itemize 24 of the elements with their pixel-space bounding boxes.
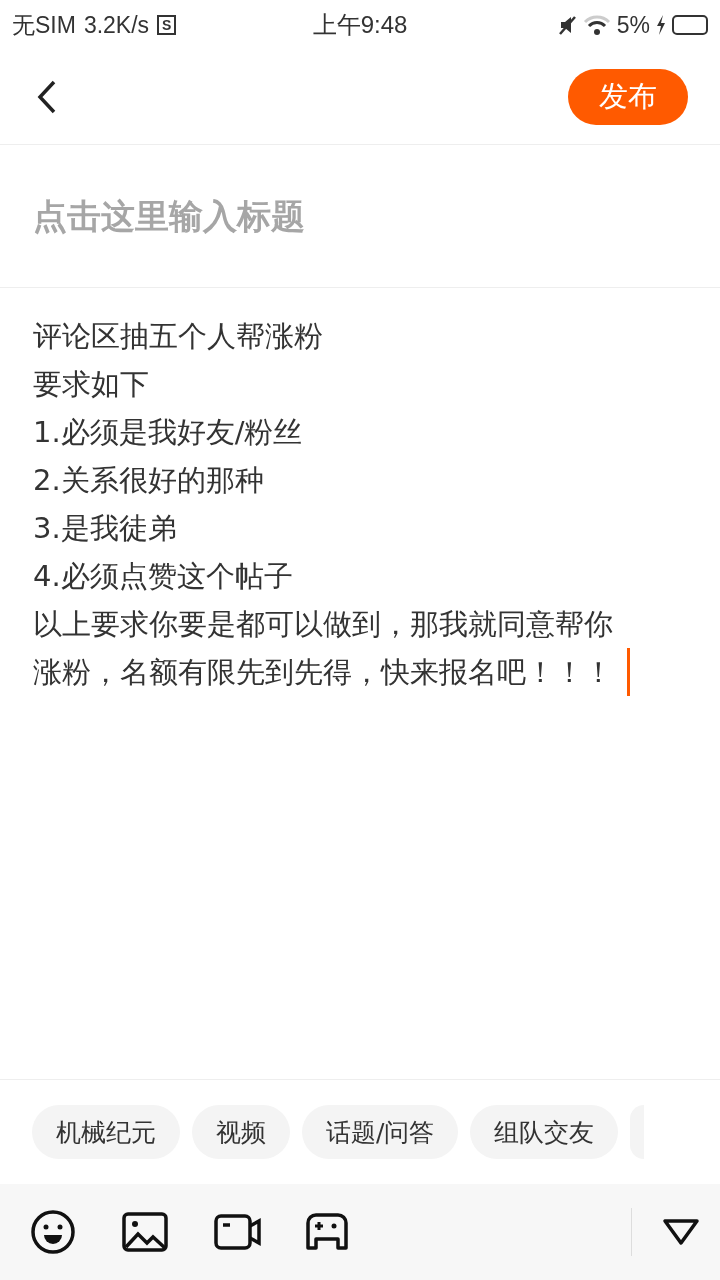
tag-chip[interactable]: 视频: [192, 1105, 290, 1159]
post-body-field[interactable]: 评论区抽五个人帮涨粉 要求如下 1.必须是我好友/粉丝 2.关系很好的那种 3.是我徒弟 4.必须点赞这个帖子 以上要求你要是都可以做到，那我就同意帮你 涨粉，名额有限先到先得，快来报名吧！！！: [0, 288, 720, 1079]
tag-chip[interactable]: 组队交友: [470, 1105, 619, 1159]
body-text-line: 2.关系很好的那种: [33, 462, 265, 499]
network-speed: 3.2K/s: [83, 11, 150, 39]
carrier-text: 无SIM: [12, 10, 76, 40]
collapse-button[interactable]: [662, 1218, 700, 1246]
body-text-line: 要求如下: [33, 366, 150, 403]
tag-chip[interactable]: 话题/问答: [302, 1105, 459, 1159]
body-text-line: 1.必须是我好友/粉丝: [33, 414, 304, 451]
back-button[interactable]: [36, 79, 58, 115]
tag-chip[interactable]: 机械纪元: [32, 1105, 180, 1159]
body-text-line: 以上要求你要是都可以做到，那我就同意帮你: [33, 606, 614, 643]
mute-icon: [558, 15, 577, 35]
wifi-icon: [582, 14, 611, 36]
body-text-line: 涨粉，名额有限先到先得，快来报名吧！！！: [33, 648, 687, 696]
body-text-line: 评论区抽五个人帮涨粉: [33, 318, 324, 355]
battery-percent: 5%: [616, 11, 650, 39]
clock: 上午9:48: [312, 10, 408, 40]
battery-icon: [672, 15, 708, 35]
body-text-line: 3.是我徒弟: [33, 510, 178, 547]
text-cursor: [627, 648, 630, 696]
body-text-line: 4.必须点赞这个帖子: [33, 558, 294, 595]
app-badge-icon: S: [157, 15, 177, 35]
